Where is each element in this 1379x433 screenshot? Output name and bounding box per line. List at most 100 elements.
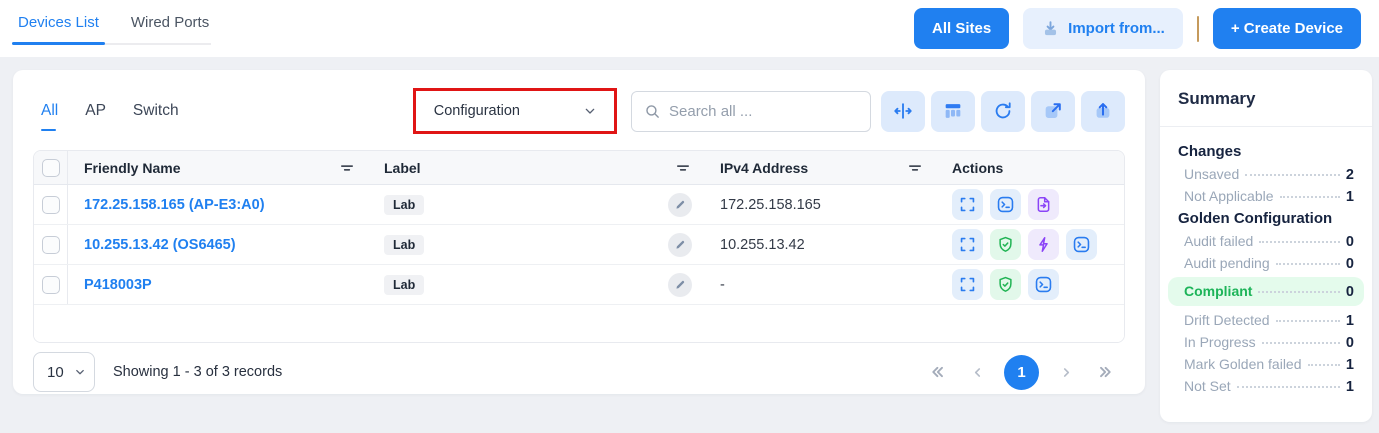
refresh-icon <box>992 100 1014 122</box>
refresh-button[interactable] <box>981 91 1025 132</box>
summary-panel: Summary Changes Unsaved 2 Not Applicable… <box>1160 70 1372 422</box>
chevron-down-icon <box>73 365 87 379</box>
fullscreen-button[interactable] <box>952 189 983 220</box>
type-tab-all[interactable]: All <box>41 102 58 120</box>
page-1-button[interactable]: 1 <box>1004 355 1039 390</box>
expand-columns-icon <box>892 100 914 122</box>
fullscreen-button[interactable] <box>952 269 983 300</box>
summary-title: Summary <box>1176 85 1356 109</box>
type-tab-ap[interactable]: AP <box>85 102 106 120</box>
device-name-link[interactable]: P418003P <box>84 277 152 293</box>
terminal-button[interactable] <box>1028 269 1059 300</box>
page-size-select[interactable]: 10 <box>33 352 95 392</box>
row-checkbox[interactable] <box>42 236 60 254</box>
select-all-checkbox[interactable] <box>42 159 60 177</box>
fullscreen-button[interactable] <box>952 229 983 260</box>
summary-item-label: Not Set <box>1184 378 1231 394</box>
devices-panel: All AP Switch Configuration <box>13 70 1145 394</box>
summary-item-drift-detected: Drift Detected 1 <box>1176 309 1356 331</box>
summary-item-value: 0 <box>1346 284 1354 300</box>
search-icon <box>644 103 661 120</box>
label-chip: Lab <box>384 275 424 295</box>
tab-wired-ports[interactable]: Wired Ports <box>129 13 211 43</box>
columns-settings-button[interactable] <box>931 91 975 132</box>
col-label: Label <box>384 160 421 176</box>
summary-item-in-progress: In Progress 0 <box>1176 331 1356 353</box>
summary-item-audit-pending: Audit pending 0 <box>1176 252 1356 274</box>
label-chip: Lab <box>384 195 424 215</box>
summary-item-label: Compliant <box>1184 283 1252 299</box>
pagination: 1 <box>924 355 1119 390</box>
table-toolbar: All AP Switch Configuration <box>33 84 1125 138</box>
row-checkbox[interactable] <box>42 196 60 214</box>
dotted-leader <box>1237 386 1340 388</box>
filter-icon[interactable] <box>338 159 356 177</box>
row-checkbox[interactable] <box>42 276 60 294</box>
upload-button[interactable] <box>1081 91 1125 132</box>
summary-item-label: Audit failed <box>1184 233 1253 249</box>
dotted-leader <box>1258 291 1339 293</box>
summary-item-not-applicable: Not Applicable 1 <box>1176 185 1356 207</box>
edit-label-button[interactable] <box>668 233 692 257</box>
all-sites-button[interactable]: All Sites <box>914 8 1009 49</box>
button-group-divider <box>1197 16 1199 42</box>
summary-item-value: 1 <box>1346 379 1354 395</box>
summary-item-label: In Progress <box>1184 334 1256 350</box>
dotted-leader <box>1308 364 1340 366</box>
lightning-button[interactable] <box>1028 229 1059 260</box>
summary-item-label: Audit pending <box>1184 255 1270 271</box>
expand-columns-button[interactable] <box>881 91 925 132</box>
terminal-button[interactable] <box>990 189 1021 220</box>
device-name-link[interactable]: 172.25.158.165 (AP-E3:A0) <box>84 197 265 213</box>
filter-icon[interactable] <box>674 159 692 177</box>
summary-divider <box>1160 126 1372 127</box>
open-external-button[interactable] <box>1031 91 1075 132</box>
terminal-button[interactable] <box>1066 229 1097 260</box>
ipv4-value: 172.25.158.165 <box>720 197 821 213</box>
page-tabs: Devices List Wired Ports <box>16 13 211 45</box>
summary-item-value: 2 <box>1346 167 1354 183</box>
devices-table: Friendly Name Label IPv4 Address <box>33 150 1125 343</box>
col-ipv4: IPv4 Address <box>720 160 808 176</box>
label-chip: Lab <box>384 235 424 255</box>
last-page-button[interactable] <box>1093 359 1119 385</box>
first-page-button[interactable] <box>924 359 950 385</box>
type-tab-switch[interactable]: Switch <box>133 102 179 120</box>
summary-item-audit-failed: Audit failed 0 <box>1176 230 1356 252</box>
shield-check-button[interactable] <box>990 269 1021 300</box>
import-from-button[interactable]: Import from... <box>1023 8 1183 49</box>
tab-devices-list[interactable]: Devices List <box>16 13 101 43</box>
import-from-label: Import from... <box>1068 20 1165 37</box>
dotted-leader <box>1262 342 1340 344</box>
search-input[interactable] <box>669 103 858 120</box>
ipv4-value: 10.255.13.42 <box>720 237 805 253</box>
filter-icon[interactable] <box>906 159 924 177</box>
summary-section-changes: Changes <box>1176 140 1356 163</box>
summary-item-not-set: Not Set 1 <box>1176 375 1356 397</box>
device-name-link[interactable]: 10.255.13.42 (OS6465) <box>84 237 236 253</box>
edit-label-button[interactable] <box>668 273 692 297</box>
create-device-button[interactable]: + Create Device <box>1213 8 1361 49</box>
chevron-down-icon <box>582 103 598 119</box>
col-friendly-name: Friendly Name <box>84 160 180 176</box>
config-file-button[interactable] <box>1028 189 1059 220</box>
table-row: 172.25.158.165 (AP-E3:A0) Lab 172.25.158… <box>34 185 1124 225</box>
dotted-leader <box>1276 320 1340 322</box>
table-columns-icon <box>942 100 964 122</box>
prev-page-button[interactable] <box>964 359 990 385</box>
summary-item-mark-golden-failed: Mark Golden failed 1 <box>1176 353 1356 375</box>
dotted-leader <box>1259 241 1340 243</box>
shield-check-button[interactable] <box>990 229 1021 260</box>
external-link-icon <box>1042 100 1064 122</box>
view-mode-select[interactable]: Configuration <box>424 95 606 127</box>
upload-icon <box>1092 100 1114 122</box>
summary-item-unsaved: Unsaved 2 <box>1176 163 1356 185</box>
download-icon <box>1041 19 1060 38</box>
top-bar: Devices List Wired Ports All Sites Impor… <box>0 0 1379 57</box>
col-actions: Actions <box>952 160 1003 176</box>
next-page-button[interactable] <box>1053 359 1079 385</box>
edit-label-button[interactable] <box>668 193 692 217</box>
search-box <box>631 91 871 132</box>
content-area: All AP Switch Configuration <box>0 57 1379 422</box>
dotted-leader <box>1280 196 1340 198</box>
